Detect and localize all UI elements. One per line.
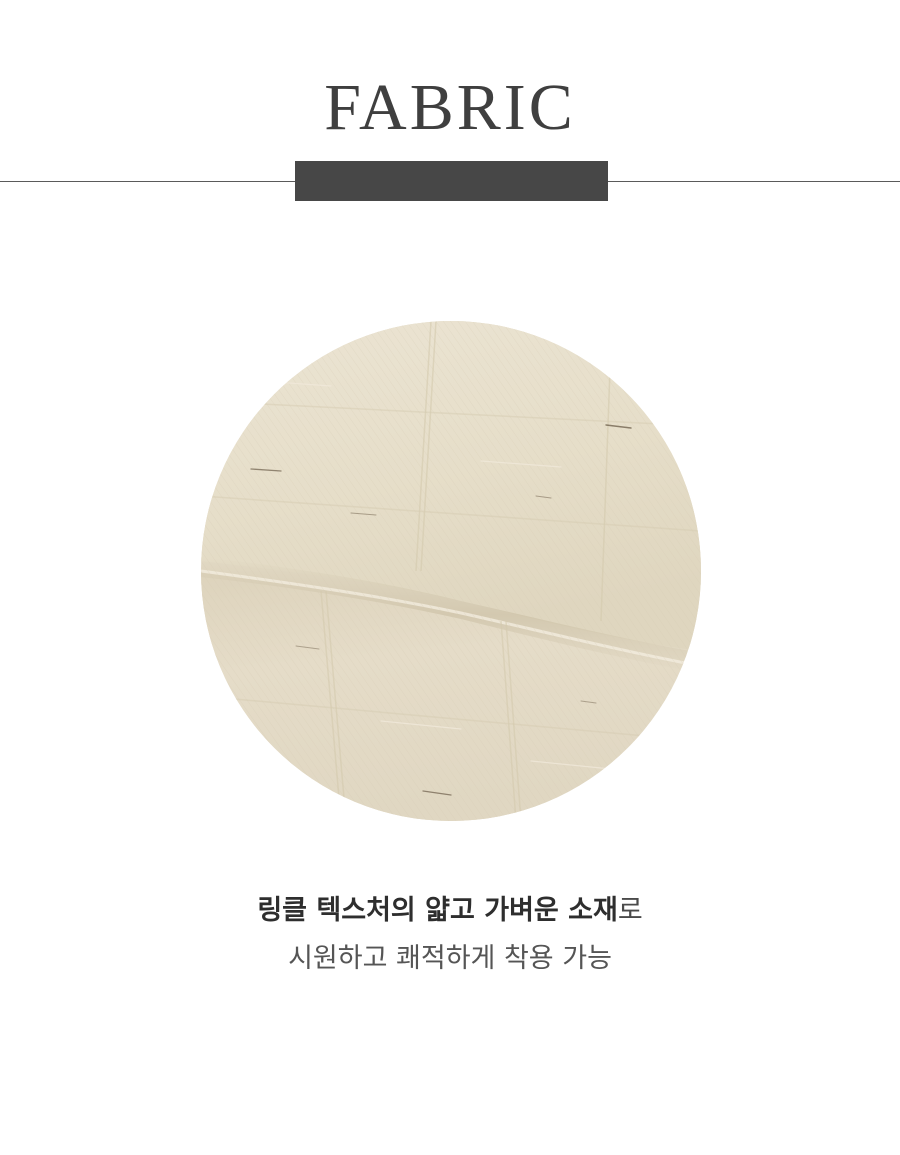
- caption-line-1-regular: 로: [617, 895, 643, 926]
- caption-line-1-bold: 링클 텍스처의 얇고 가벼운 소재: [257, 895, 618, 926]
- caption-line-2: 시원하고 쾌적하게 착용 가능: [288, 943, 612, 974]
- fabric-swatch-image: [201, 321, 701, 821]
- divider-bar: [295, 161, 608, 201]
- caption-line-1: 링클 텍스처의 얇고 가벼운 소재로: [0, 891, 900, 931]
- section-title: FABRIC: [324, 71, 576, 144]
- fabric-texture: [201, 321, 701, 821]
